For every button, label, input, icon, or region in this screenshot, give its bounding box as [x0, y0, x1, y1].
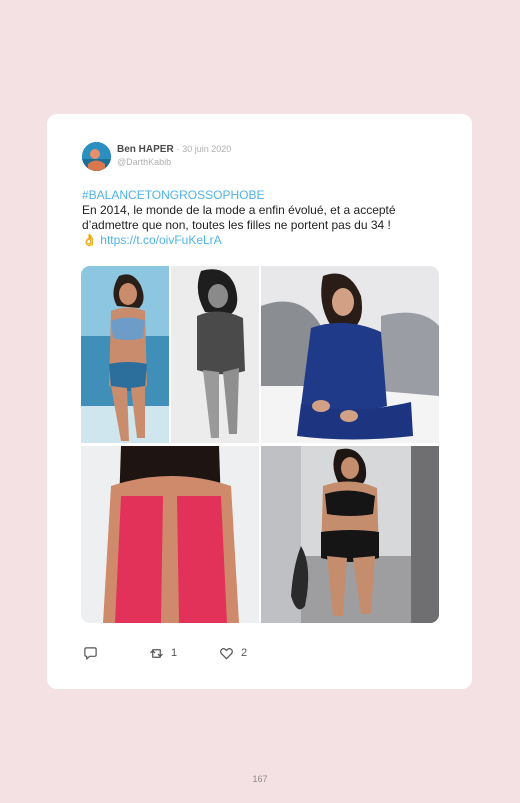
reply-button[interactable]	[83, 644, 98, 662]
tweet-text: #BALANCETONGROSSOPHOBE En 2014, le monde…	[82, 188, 442, 248]
retweet-icon	[149, 646, 164, 661]
tweet-actions: 1 2	[83, 644, 383, 662]
like-count: 2	[241, 647, 248, 659]
hashtag-link[interactable]: #BALANCETONGROSSOPHOBE	[82, 188, 442, 203]
tweet-card: Ben HAPER · 30 juin 2020 @DarthKabib #BA…	[47, 114, 472, 689]
author-line: Ben HAPER · 30 juin 2020	[117, 144, 231, 155]
page-number: 167	[252, 774, 268, 784]
photo-grid	[81, 266, 439, 623]
author-handle[interactable]: @DarthKabib	[117, 157, 171, 167]
tweet-body: En 2014, le monde de la mode a enfin évo…	[82, 203, 396, 232]
author-name[interactable]: Ben HAPER	[117, 144, 174, 155]
avatar[interactable]	[82, 142, 111, 171]
tweet-date[interactable]: 30 juin 2020	[182, 144, 231, 154]
ok-hand-emoji: 👌	[82, 233, 97, 247]
tweet-link[interactable]: https://t.co/oivFuKeLrA	[100, 233, 221, 247]
like-button[interactable]: 2	[219, 644, 247, 662]
photo-beach-swimsuit[interactable]	[81, 266, 169, 443]
photo-runway-lingerie[interactable]	[261, 446, 439, 623]
heart-icon	[219, 646, 234, 661]
retweet-count: 1	[171, 647, 178, 659]
reply-icon	[83, 646, 98, 661]
photo-red-top[interactable]	[81, 446, 259, 623]
photo-black-white-sweater[interactable]	[171, 266, 259, 443]
retweet-button[interactable]: 1	[149, 644, 177, 662]
photo-blue-jumpsuit-couch[interactable]	[261, 266, 439, 443]
separator-dot: ·	[176, 144, 180, 154]
